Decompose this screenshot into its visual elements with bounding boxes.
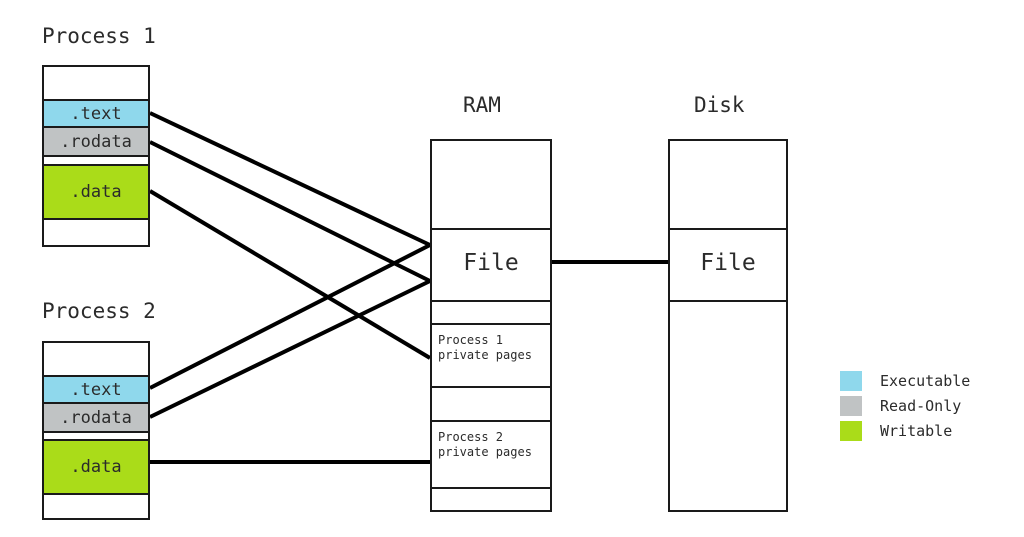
process1-segment-text: .text: [44, 99, 148, 128]
process2-segment-data: .data: [44, 439, 148, 495]
ram-segment-proc1-private-label: Process 1 private pages: [438, 333, 532, 362]
process1-segment-rodata: .rodata: [44, 128, 148, 157]
process1-segment-data: .data: [44, 164, 148, 220]
process1-segment-text-label: .text: [70, 103, 122, 124]
process2-title: Process 2: [42, 299, 156, 323]
legend: Executable Read-Only Writable: [840, 368, 970, 443]
legend-label-readonly: Read-Only: [880, 396, 962, 415]
disk-divider-2: [670, 300, 786, 302]
legend-label-writable: Writable: [880, 421, 953, 440]
legend-item-readonly: Read-Only: [840, 393, 970, 418]
ram-title: RAM: [463, 93, 501, 117]
legend-label-executable: Executable: [880, 371, 971, 390]
legend-swatch-executable-icon: [840, 370, 862, 391]
process2-segment-rodata-label: .rodata: [60, 407, 132, 428]
legend-swatch-writable-icon: [840, 420, 862, 441]
process1-segment-rodata-label: .rodata: [60, 131, 132, 152]
link-p1-text-to-ram-file: [149, 111, 431, 247]
ram-segment-file-label: File: [463, 250, 519, 276]
disk-divider-1: [670, 228, 786, 230]
link-p1-rodata-to-ram-file: [149, 140, 431, 283]
ram-divider-2: [432, 300, 550, 302]
diagram-canvas: Process 1 Process 2 RAM Disk .text .roda…: [0, 0, 1024, 537]
legend-item-writable: Writable: [840, 418, 970, 443]
link-p1-data-to-p1-private: [148, 189, 432, 360]
ram-divider-4: [432, 386, 550, 388]
ram-segment-proc2-private-label: Process 2 private pages: [438, 430, 532, 459]
process1-address-space: .text .rodata .data: [42, 65, 150, 247]
process2-segment-rodata: .rodata: [44, 404, 148, 433]
link-p2-text-to-ram-file: [149, 243, 431, 390]
link-p2-rodata-to-ram-file: [149, 279, 431, 419]
process2-segment-text-label: .text: [70, 379, 122, 400]
legend-item-executable: Executable: [840, 368, 970, 393]
process1-title: Process 1: [42, 24, 156, 48]
process2-segment-data-label: .data: [70, 457, 122, 477]
ram-divider-1: [432, 228, 550, 230]
disk-segment-file-label: File: [700, 250, 756, 276]
process2-segment-text: .text: [44, 375, 148, 404]
process1-segment-data-label: .data: [70, 182, 122, 202]
disk-title: Disk: [694, 93, 745, 117]
ram-divider-5: [432, 420, 550, 422]
disk-column: File: [668, 139, 788, 512]
legend-swatch-readonly-icon: [840, 395, 862, 416]
ram-divider-3: [432, 323, 550, 325]
ram-divider-6: [432, 487, 550, 489]
process2-address-space: .text .rodata .data: [42, 341, 150, 520]
ram-column: File Process 1 private pages Process 2 p…: [430, 139, 552, 512]
